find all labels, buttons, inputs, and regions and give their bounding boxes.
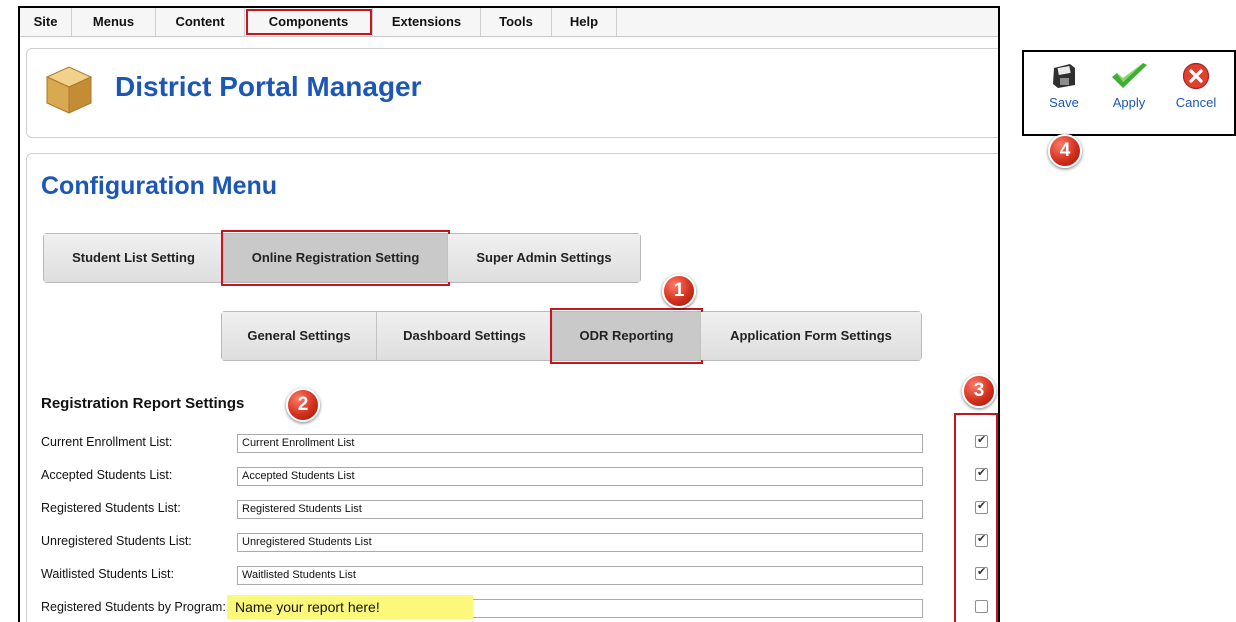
menu-help[interactable]: Help [552,8,617,36]
menu-menus[interactable]: Menus [72,8,156,36]
callout-badge-1: 1 [662,274,696,308]
setting-label: Accepted Students List: [41,468,173,482]
floppy-disk-icon [1053,64,1075,88]
setting-label: Registered Students by Program: [41,600,226,614]
menu-tools[interactable]: Tools [481,8,552,36]
setting-row: Registered Students by Program: Name you… [27,591,998,622]
configuration-panel: Configuration Menu Student List Setting … [26,153,998,622]
setting-label: Waitlisted Students List: [41,567,174,581]
menu-content[interactable]: Content [156,8,245,36]
report-name-input[interactable]: Registered Students List [237,500,923,519]
checkmark-icon [1112,63,1147,88]
apply-button[interactable]: Apply [1099,62,1159,110]
setting-row: Accepted Students List: Accepted Student… [27,459,998,492]
menubar: Site Menus Content Components Extensions… [20,8,998,37]
tab-general-settings[interactable]: General Settings [222,312,377,360]
menu-components[interactable]: Components [245,8,373,36]
toolbar-window: Save Apply Cancel [1022,50,1236,136]
page-title: District Portal Manager [115,71,422,102]
menu-extensions[interactable]: Extensions [373,8,481,36]
sub-tabs: General Settings Dashboard Settings ODR … [221,308,922,364]
save-button[interactable]: Save [1034,62,1094,110]
callout-badge-4: 4 [1048,134,1082,168]
setting-row: Current Enrollment List: Current Enrollm… [27,426,998,459]
report-name-input[interactable]: Unregistered Students List [237,533,923,552]
apply-label: Apply [1112,95,1146,110]
main-tabs: Student List Setting Online Registration… [43,230,641,286]
section-title: Registration Report Settings [41,395,245,412]
component-header: District Portal Manager [26,48,998,138]
callout-badge-2: 2 [286,388,320,422]
menu-site[interactable]: Site [20,8,72,36]
report-name-input[interactable]: Waitlisted Students List [237,566,923,585]
setting-label: Registered Students List: [41,501,181,515]
setting-label: Current Enrollment List: [41,435,173,449]
cancel-label: Cancel [1175,95,1217,110]
save-label: Save [1049,95,1079,110]
configuration-title: Configuration Menu [41,172,278,200]
checkbox-column-highlight [954,413,998,622]
note-highlight: Name your report here! [227,595,473,619]
setting-row: Unregistered Students List: Unregistered… [27,525,998,558]
tab-odr-reporting[interactable]: ODR Reporting [550,308,703,364]
setting-row: Waitlisted Students List: Waitlisted Stu… [27,558,998,591]
cancel-x-icon [1182,62,1210,90]
tab-super-admin-settings[interactable]: Super Admin Settings [448,234,640,282]
tab-online-registration-setting[interactable]: Online Registration Setting [221,230,450,286]
admin-window: Site Menus Content Components Extensions… [18,6,1000,622]
setting-row: Registered Students List: Registered Stu… [27,492,998,525]
callout-badge-3: 3 [962,374,996,408]
tab-dashboard-settings[interactable]: Dashboard Settings [377,312,553,360]
package-box-icon [45,66,93,114]
report-name-input[interactable]: Current Enrollment List [237,434,923,453]
tab-application-form-settings[interactable]: Application Form Settings [701,312,921,360]
cancel-button[interactable]: Cancel [1166,62,1226,110]
report-settings-list: Current Enrollment List: Current Enrollm… [27,426,998,622]
tab-student-list-setting[interactable]: Student List Setting [44,234,224,282]
report-name-input[interactable]: Accepted Students List [237,467,923,486]
setting-label: Unregistered Students List: [41,534,192,548]
